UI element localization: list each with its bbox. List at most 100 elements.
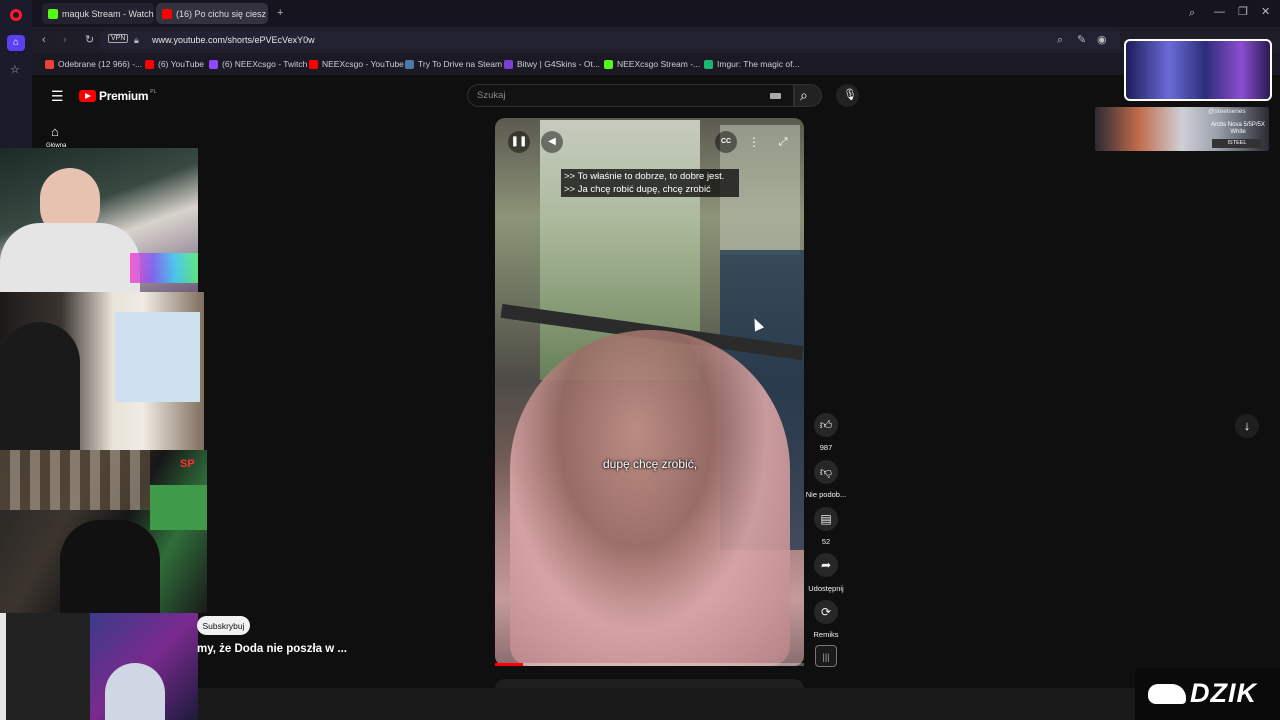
bookmark-label: Imgur: The magic of...: [717, 59, 800, 69]
kick-icon: [48, 8, 58, 19]
tab-label: (16) Po cichu się ciesz: [176, 8, 267, 19]
caption-line-1: >> To właśnie to dobrze, to dobre jest.: [564, 171, 725, 182]
reload-icon[interactable]: ↻: [85, 34, 94, 46]
webcam-overlay-1: [0, 148, 198, 292]
streamer-logo-text: DZIK: [1190, 678, 1257, 708]
bookmark-label: Try To Drive na Steam: [418, 59, 503, 69]
boar-icon: [1148, 684, 1186, 704]
restore-icon[interactable]: ❐: [1238, 6, 1248, 18]
video-person: [510, 330, 790, 666]
streamer-figure: [60, 520, 160, 613]
video-title[interactable]: my, że Doda nie poszła w ...: [197, 643, 347, 655]
bookmark-label: Bitwy | G4Skins - Ot...: [517, 59, 600, 69]
down-arrow-icon[interactable]: ↓: [1235, 414, 1259, 438]
pause-icon[interactable]: ❚❚: [508, 131, 530, 153]
menu-icon[interactable]: ☰: [51, 88, 64, 105]
shelf: [0, 450, 150, 510]
comments-button[interactable]: ▤: [814, 507, 838, 531]
search-icon: ⌕: [800, 87, 808, 103]
edit-icon[interactable]: ✎: [1077, 34, 1086, 46]
sound-thumbnail[interactable]: |||: [815, 645, 837, 667]
logo-badge: PL: [150, 89, 157, 95]
bookmark-label: Odebrane (12 966) -...: [58, 59, 143, 69]
logo-text: Premium: [99, 89, 149, 103]
caption-line-2: >> Ja chcę robić dupę, chcę zrobić: [564, 184, 711, 195]
close-icon[interactable]: ✕: [1261, 6, 1270, 18]
tab-youtube-active[interactable]: (16) Po cichu się ciesz: [156, 3, 268, 24]
tab-maquk[interactable]: maquk Stream - Watch Li: [42, 3, 154, 24]
cc-icon[interactable]: CC: [715, 131, 737, 153]
bookmark-label: NEEXcsgo - YouTube: [322, 59, 404, 69]
bookmark-label: NEEXcsgo Stream -...: [617, 59, 701, 69]
steam-icon: [405, 59, 414, 69]
keyboard-rgb: [130, 253, 198, 283]
home-icon[interactable]: ⌂: [7, 35, 25, 51]
youtube-logo[interactable]: Premium PL: [79, 89, 156, 103]
bookmark-gmail[interactable]: Odebrane (12 966) -...: [45, 56, 142, 72]
camera-icon[interactable]: ◉: [1097, 34, 1107, 46]
lock-icon: 🔒︎: [134, 35, 139, 45]
ad-code: ISTEEL: [1212, 139, 1262, 148]
keyboard-icon[interactable]: [770, 93, 781, 99]
caption-window: >> To właśnie to dobrze, to dobre jest. …: [561, 169, 739, 197]
video-progress-fill: [495, 663, 523, 666]
bookmark-label: (6) NEEXcsgo - Twitch: [222, 59, 308, 69]
youtube-icon: [162, 8, 172, 19]
share-icon: ➦: [820, 558, 832, 572]
like-icon: 👍︎: [819, 417, 833, 432]
url-text[interactable]: www.youtube.com/shorts/ePVEcVexY0w: [152, 35, 315, 45]
new-tab-icon[interactable]: +: [277, 7, 283, 19]
bookmark-g4skins[interactable]: Bitwy | G4Skins - Ot...: [504, 56, 600, 72]
ad-brand: @steelseries: [1208, 108, 1246, 115]
remix-button[interactable]: ⟳: [814, 600, 838, 624]
back-icon[interactable]: ‹: [42, 34, 46, 46]
youtube-play-icon: [79, 90, 96, 102]
search-button[interactable]: [794, 84, 822, 107]
dislike-button[interactable]: 👎︎: [814, 460, 838, 484]
forward-icon[interactable]: ›: [63, 34, 67, 46]
kick-icon: [604, 59, 613, 69]
ad-model: Arctis Nova 5/5P/5X White: [1211, 122, 1265, 135]
mic-icon: 🎙︎: [843, 89, 857, 101]
bookmark-label: (6) YouTube: [158, 59, 204, 69]
bottom-strip: [198, 688, 1280, 720]
dislike-icon: 👎︎: [819, 464, 833, 479]
volume-icon[interactable]: ◀: [541, 131, 563, 153]
like-button[interactable]: 👍︎: [814, 413, 838, 437]
aquarium: [150, 485, 207, 530]
imgur-icon: [704, 59, 713, 69]
star-icon[interactable]: ☆: [10, 64, 20, 76]
remix-label: Remiks: [813, 630, 839, 639]
window-view: [115, 312, 200, 402]
dislike-label: Nie podob...: [805, 490, 847, 499]
remix-icon: ⟳: [820, 605, 832, 619]
more-icon[interactable]: ⋮: [743, 131, 765, 153]
video-progress-bar[interactable]: [495, 663, 804, 666]
search-placeholder: Szukaj: [477, 90, 506, 101]
bookmark-youtube[interactable]: (6) YouTube: [145, 56, 204, 72]
streamer-figure: [105, 663, 165, 720]
fullscreen-icon[interactable]: ⤢: [772, 131, 794, 153]
find-icon[interactable]: ⌕: [1057, 34, 1063, 46]
tab-label: maquk Stream - Watch Li: [62, 8, 154, 19]
minimize-icon[interactable]: —: [1214, 6, 1225, 18]
search-tabs-icon[interactable]: ⌕: [1189, 7, 1195, 19]
opera-logo-icon[interactable]: [10, 9, 22, 21]
bookmark-twitch[interactable]: (6) NEEXcsgo - Twitch: [209, 56, 307, 72]
streamer-figure: [0, 322, 80, 450]
home-nav-icon[interactable]: ⌂: [51, 124, 59, 139]
bookmark-neex-youtube[interactable]: NEEXcsgo - YouTube: [309, 56, 404, 72]
search-input[interactable]: [467, 84, 794, 107]
webcam-overlay-2: [0, 292, 204, 450]
bookmark-steam[interactable]: Try To Drive na Steam: [405, 56, 502, 72]
share-button[interactable]: ➦: [814, 553, 838, 577]
twitch-icon: [209, 59, 218, 69]
streamer-shirt: [0, 223, 140, 292]
subscribe-button[interactable]: Subskrybuj: [197, 616, 250, 635]
burned-in-subtitle: dupę chcę zrobić,: [602, 457, 698, 471]
cam-tag: SP: [180, 458, 195, 470]
bookmark-imgur[interactable]: Imgur: The magic of...: [704, 56, 800, 72]
bookmark-kick[interactable]: NEEXcsgo Stream -...: [604, 56, 700, 72]
vpn-badge[interactable]: VPN: [108, 34, 129, 43]
gmail-icon: [45, 59, 54, 69]
